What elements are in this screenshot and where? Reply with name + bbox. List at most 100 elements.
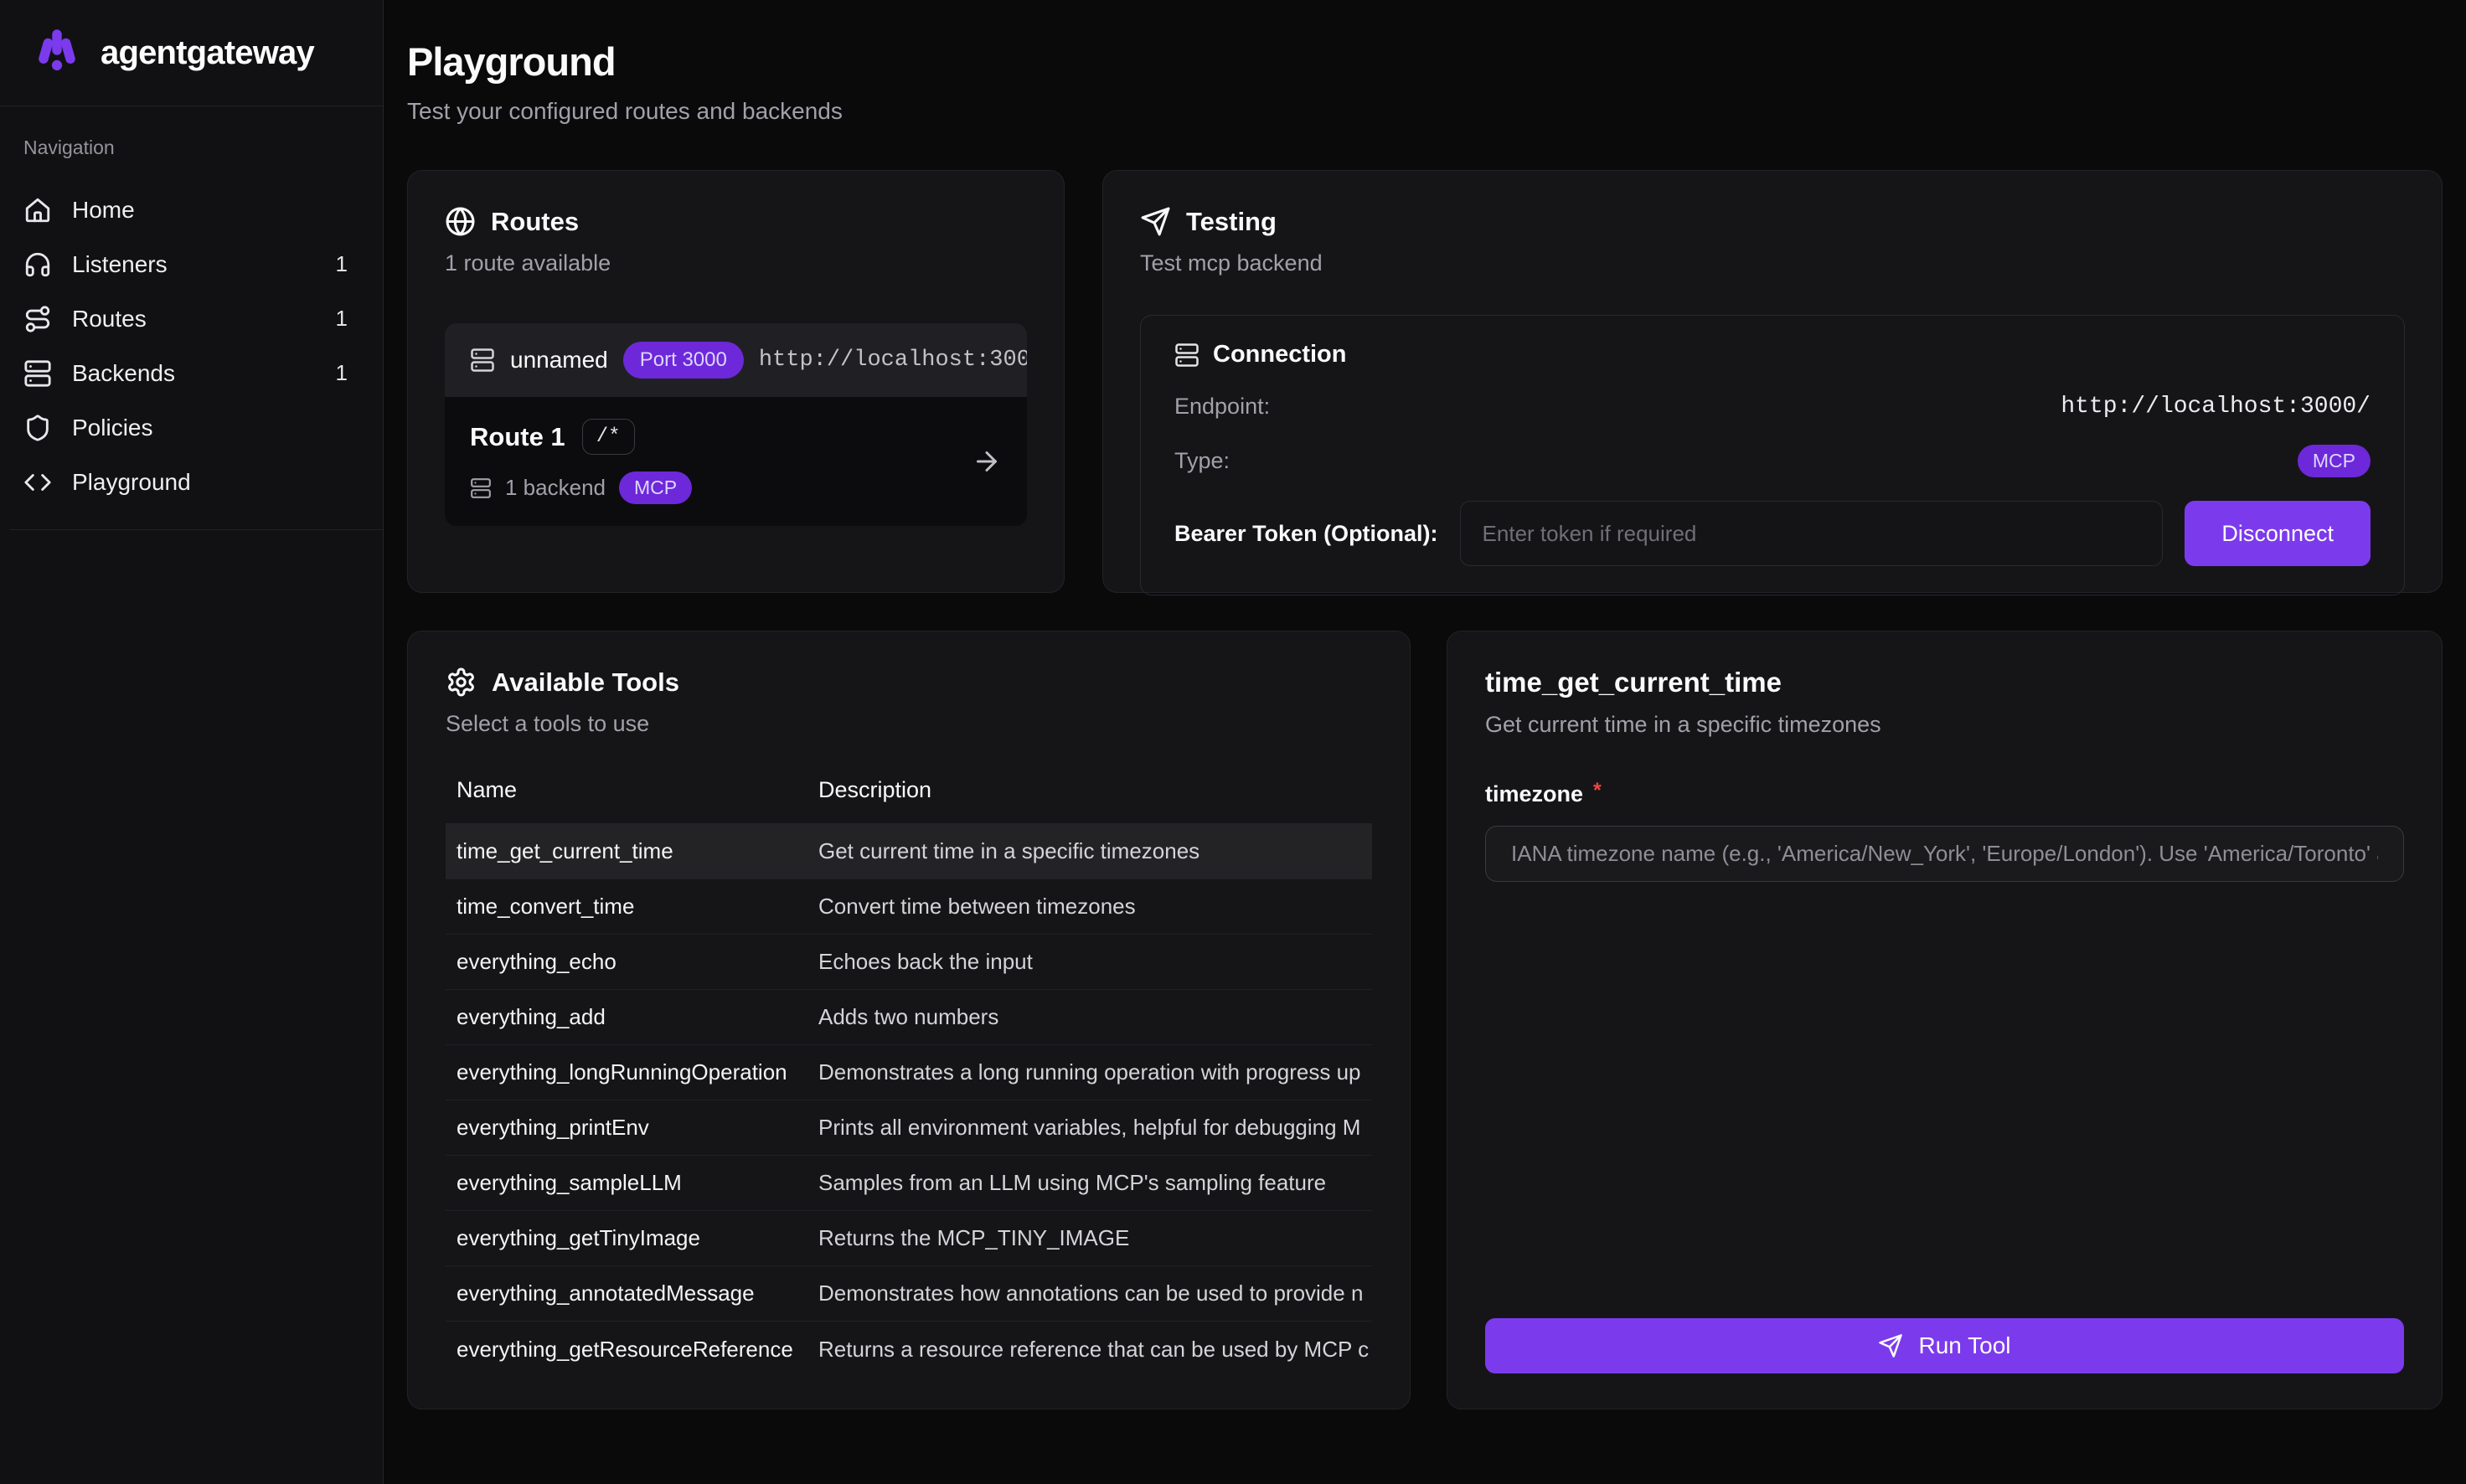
tool-name: time_convert_time bbox=[446, 894, 818, 920]
tools-card-subtitle: Select a tools to use bbox=[446, 711, 1372, 737]
route-backend-count: 1 backend bbox=[505, 475, 606, 501]
sidebar-nav: Navigation Home Listeners 1 Routes bbox=[0, 106, 383, 530]
page-subtitle: Test your configured routes and backends bbox=[407, 98, 2443, 125]
code-icon bbox=[23, 468, 52, 497]
send-icon bbox=[1878, 1333, 1903, 1358]
brand-name: agentgateway bbox=[101, 34, 314, 72]
tool-name: time_get_current_time bbox=[446, 838, 818, 864]
type-mcp-badge: MCP bbox=[2298, 445, 2371, 477]
tool-description: Convert time between timezones bbox=[818, 894, 1372, 920]
listener-url: http://localhost:3000/ bbox=[759, 348, 1027, 373]
listener-name: unnamed bbox=[510, 347, 608, 374]
mcp-badge: MCP bbox=[619, 471, 692, 504]
sidebar-item-listeners[interactable]: Listeners 1 bbox=[0, 237, 383, 291]
tool-name: everything_sampleLLM bbox=[446, 1170, 818, 1196]
table-row[interactable]: time_convert_time Convert time between t… bbox=[446, 879, 1372, 935]
run-tool-label: Run Tool bbox=[1918, 1332, 2010, 1359]
tool-description: Get current time in a specific timezones bbox=[818, 838, 1372, 864]
routes-card: Routes 1 route available unnamed Port 30… bbox=[407, 170, 1065, 593]
tool-name: everything_printEnv bbox=[446, 1115, 818, 1141]
routes-card-subtitle: 1 route available bbox=[445, 250, 1027, 276]
tool-name: everything_getTinyImage bbox=[446, 1225, 818, 1251]
agentgateway-logo-icon bbox=[30, 26, 84, 80]
server-icon bbox=[470, 477, 492, 499]
tool-name: everything_getResourceReference bbox=[446, 1337, 818, 1363]
tool-description: Demonstrates a long running operation wi… bbox=[818, 1059, 1372, 1085]
endpoint-label: Endpoint: bbox=[1174, 394, 1270, 420]
tool-description: Returns a resource reference that can be… bbox=[818, 1337, 1372, 1363]
route-icon bbox=[23, 305, 52, 333]
sidebar-item-label: Policies bbox=[72, 415, 152, 441]
send-icon bbox=[1140, 206, 1171, 237]
type-label: Type: bbox=[1174, 448, 1230, 474]
nav-divider bbox=[10, 529, 383, 530]
routes-card-title: Routes bbox=[491, 207, 579, 237]
sidebar-item-routes[interactable]: Routes 1 bbox=[0, 291, 383, 346]
gear-icon bbox=[446, 667, 477, 698]
nav-section-label: Navigation bbox=[23, 137, 383, 159]
tool-description: Demonstrates how annotations can be used… bbox=[818, 1280, 1372, 1306]
route-path-chip: /* bbox=[582, 419, 635, 455]
available-tools-card: Available Tools Select a tools to use Na… bbox=[407, 631, 1411, 1409]
sidebar-item-home[interactable]: Home bbox=[0, 183, 383, 237]
main-content: Playground Test your configured routes a… bbox=[384, 0, 2466, 1409]
server-icon bbox=[1174, 343, 1199, 368]
tool-description: Adds two numbers bbox=[818, 1004, 1372, 1030]
nav-items: Home Listeners 1 Routes 1 Backe bbox=[0, 183, 383, 509]
server-icon bbox=[470, 348, 495, 373]
endpoint-value: http://localhost:3000/ bbox=[2061, 394, 2371, 420]
tool-name: everything_annotatedMessage bbox=[446, 1280, 818, 1306]
sidebar-item-label: Playground bbox=[72, 469, 191, 496]
table-header: Name Description bbox=[446, 777, 1372, 824]
tool-description: Prints all environment variables, helpfu… bbox=[818, 1115, 1372, 1141]
route-info: Route 1 /* 1 backend MCP bbox=[470, 419, 692, 504]
route-name: Route 1 bbox=[470, 422, 565, 452]
port-badge: Port 3000 bbox=[623, 342, 744, 379]
timezone-input[interactable] bbox=[1485, 826, 2404, 882]
testing-card-title: Testing bbox=[1186, 207, 1277, 237]
tool-description: Returns the MCP_TINY_IMAGE bbox=[818, 1225, 1372, 1251]
table-row[interactable]: everything_add Adds two numbers bbox=[446, 990, 1372, 1045]
headphones-icon bbox=[23, 250, 52, 279]
table-body: time_get_current_time Get current time i… bbox=[446, 824, 1372, 1377]
tool-name: everything_add bbox=[446, 1004, 818, 1030]
logo-row: agentgateway bbox=[0, 0, 383, 106]
table-row[interactable]: everything_getTinyImage Returns the MCP_… bbox=[446, 1211, 1372, 1266]
required-marker: * bbox=[1593, 779, 1602, 803]
sidebar-item-label: Listeners bbox=[72, 251, 168, 278]
home-icon bbox=[23, 196, 52, 224]
sidebar-item-playground[interactable]: Playground bbox=[0, 455, 383, 509]
table-row[interactable]: time_get_current_time Get current time i… bbox=[446, 824, 1372, 879]
testing-card-subtitle: Test mcp backend bbox=[1140, 250, 2405, 276]
route-row[interactable]: Route 1 /* 1 backend MCP bbox=[445, 397, 1027, 526]
column-header-name: Name bbox=[446, 777, 818, 803]
table-row[interactable]: everything_echo Echoes back the input bbox=[446, 935, 1372, 990]
table-row[interactable]: everything_annotatedMessage Demonstrates… bbox=[446, 1266, 1372, 1322]
tool-panel-subtitle: Get current time in a specific timezones bbox=[1485, 712, 2404, 738]
tool-run-panel: time_get_current_time Get current time i… bbox=[1447, 631, 2443, 1409]
sidebar-item-policies[interactable]: Policies bbox=[0, 400, 383, 455]
bearer-token-label: Bearer Token (Optional): bbox=[1174, 521, 1438, 547]
page-title: Playground bbox=[407, 39, 2443, 85]
tool-description: Echoes back the input bbox=[818, 949, 1372, 975]
table-row[interactable]: everything_sampleLLM Samples from an LLM… bbox=[446, 1156, 1372, 1211]
table-row[interactable]: everything_longRunningOperation Demonstr… bbox=[446, 1045, 1372, 1100]
bearer-token-input[interactable] bbox=[1460, 501, 2164, 566]
tool-name: everything_longRunningOperation bbox=[446, 1059, 818, 1085]
tool-name: everything_echo bbox=[446, 949, 818, 975]
table-row[interactable]: everything_getResourceReference Returns … bbox=[446, 1322, 1372, 1377]
sidebar-item-label: Home bbox=[72, 197, 135, 224]
arrow-right-icon bbox=[972, 446, 1002, 477]
tool-description: Samples from an LLM using MCP's sampling… bbox=[818, 1170, 1372, 1196]
tool-panel-title: time_get_current_time bbox=[1485, 667, 2404, 698]
timezone-field-label: timezone bbox=[1485, 781, 1583, 807]
count-badge: 1 bbox=[336, 360, 348, 386]
testing-card: Testing Test mcp backend Connection Endp… bbox=[1102, 170, 2443, 593]
sidebar-item-backends[interactable]: Backends 1 bbox=[0, 346, 383, 400]
tools-card-title: Available Tools bbox=[492, 667, 679, 698]
run-tool-button[interactable]: Run Tool bbox=[1485, 1318, 2404, 1373]
disconnect-button[interactable]: Disconnect bbox=[2185, 501, 2371, 566]
listener-group: unnamed Port 3000 http://localhost:3000/… bbox=[445, 323, 1027, 526]
globe-icon bbox=[445, 206, 476, 237]
table-row[interactable]: everything_printEnv Prints all environme… bbox=[446, 1100, 1372, 1156]
